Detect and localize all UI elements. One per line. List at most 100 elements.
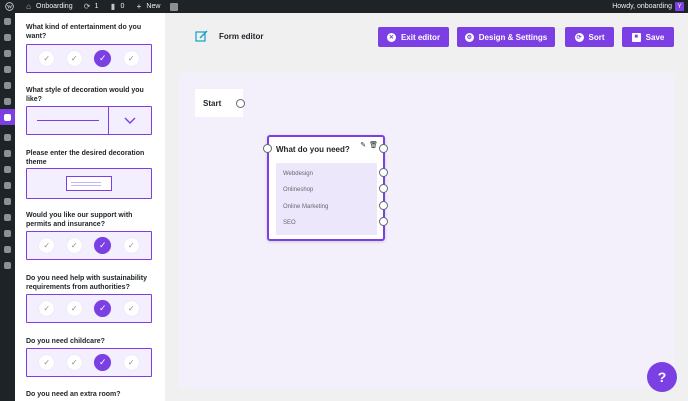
question-title: Do you need an extra room? xyxy=(26,391,121,398)
menu-pages-icon[interactable] xyxy=(0,61,15,77)
sync-icon: ⟳ xyxy=(574,32,584,42)
save-label: Save xyxy=(645,32,665,42)
option-webdesign: Webdesign xyxy=(283,171,313,177)
new-label: New xyxy=(146,3,161,10)
site-name-menu[interactable]: ⌂ Onboarding xyxy=(19,0,78,13)
menu-y-icon[interactable] xyxy=(0,241,15,257)
menu-tools-icon[interactable] xyxy=(0,161,15,177)
preview-question-permits: Would you like our support with permits … xyxy=(26,211,152,260)
check-icon[interactable]: ✓ xyxy=(123,51,139,66)
plugin-logo-icon xyxy=(170,2,179,11)
check-icon[interactable]: ✓ xyxy=(66,355,82,370)
check-selected-icon[interactable]: ✓ xyxy=(94,300,112,317)
exit-editor-label: Exit editor xyxy=(400,32,441,42)
exit-editor-button[interactable]: ✕ Exit editor xyxy=(378,27,449,47)
my-account-menu[interactable]: Howdy, onboarding Y xyxy=(612,2,688,11)
option-onlineshop: Onlineshop xyxy=(283,187,314,193)
check-icon[interactable]: ✓ xyxy=(39,301,55,316)
plugin-menu[interactable] xyxy=(165,0,183,13)
menu-dashboard-icon[interactable] xyxy=(0,13,15,29)
gear-icon: ⚙ xyxy=(464,32,474,42)
option-port-online-marketing[interactable] xyxy=(379,201,388,210)
new-content-menu[interactable]: + New xyxy=(129,0,165,13)
menu-appearance-icon[interactable] xyxy=(0,129,15,145)
chevron-down-icon[interactable] xyxy=(108,107,151,134)
check-selected-icon[interactable]: ✓ xyxy=(94,354,112,371)
question-title: Do you need help with sustainability req… xyxy=(26,275,147,291)
question-output-port[interactable] xyxy=(379,144,388,153)
menu-posts-icon[interactable] xyxy=(0,29,15,45)
help-icon: ? xyxy=(657,369,667,385)
close-icon: ✕ xyxy=(386,32,396,42)
flow-canvas[interactable]: Start What do you need? ✎ 🗑 Webdesign On… xyxy=(179,73,675,389)
comments-menu[interactable]: ▮ 0 xyxy=(104,0,130,13)
check-icon[interactable]: ✓ xyxy=(123,355,139,370)
start-label: Start xyxy=(203,98,222,108)
floppy-icon: ■ xyxy=(631,32,641,42)
question-options: Webdesign Onlineshop Online Marketing SE… xyxy=(276,163,377,235)
theme-textarea[interactable] xyxy=(26,168,152,199)
edit-icon[interactable]: ✎ xyxy=(360,141,366,149)
menu-settings-icon[interactable] xyxy=(0,225,15,241)
check-icon[interactable]: ✓ xyxy=(39,51,55,66)
check-icon[interactable]: ✓ xyxy=(66,238,82,253)
check-icon[interactable]: ✓ xyxy=(39,355,55,370)
wp-logo-menu[interactable]: W xyxy=(0,0,19,13)
sort-button[interactable]: ⟳ Sort xyxy=(565,27,614,47)
refresh-icon: ⟳ xyxy=(83,2,91,11)
updates-menu[interactable]: ⟳ 1 xyxy=(78,0,104,13)
question-node[interactable]: What do you need? ✎ 🗑 Webdesign Onlinesh… xyxy=(267,135,385,241)
decoration-dropdown[interactable] xyxy=(26,106,152,135)
check-icon[interactable]: ✓ xyxy=(66,51,82,66)
preview-question-decoration-style: What style of decoration would you like? xyxy=(26,86,152,135)
check-icon[interactable]: ✓ xyxy=(39,238,55,253)
form-preview-panel: What kind of entertainment do you want? … xyxy=(15,13,165,401)
preview-question-extra-room: Do you need an extra room? xyxy=(26,390,152,399)
check-icon[interactable]: ✓ xyxy=(123,301,139,316)
menu-play-icon[interactable] xyxy=(0,257,15,273)
menu-comments-icon[interactable] xyxy=(0,77,15,93)
menu-folder-icon[interactable] xyxy=(0,145,15,161)
option-port-seo[interactable] xyxy=(379,217,388,226)
menu-media-icon[interactable] xyxy=(0,45,15,61)
check-selected-icon[interactable]: ✓ xyxy=(94,50,112,67)
question-input-port[interactable] xyxy=(263,144,272,153)
question-title: Please enter the desired decoration them… xyxy=(26,150,145,166)
option-port-webdesign[interactable] xyxy=(379,168,388,177)
option-online-marketing: Online Marketing xyxy=(283,204,329,210)
menu-users-icon[interactable] xyxy=(0,193,15,209)
preview-question-childcare: Do you need childcare? ✓ ✓ ✓ ✓ xyxy=(26,337,152,377)
start-output-port[interactable] xyxy=(236,99,245,108)
help-button[interactable]: ? xyxy=(647,362,677,392)
menu-form-plugin-icon[interactable] xyxy=(0,109,15,125)
updates-count: 1 xyxy=(94,3,99,10)
trash-icon[interactable]: 🗑 xyxy=(369,141,378,149)
question-title: Do you need childcare? xyxy=(26,338,105,345)
check-icon[interactable]: ✓ xyxy=(66,301,82,316)
checkbox-group: ✓ ✓ ✓ ✓ xyxy=(26,294,152,323)
design-settings-button[interactable]: ⚙ Design & Settings xyxy=(457,27,555,47)
comments-count: 0 xyxy=(120,3,125,10)
option-port-onlineshop[interactable] xyxy=(379,184,388,193)
site-name: Onboarding xyxy=(36,3,73,10)
home-icon: ⌂ xyxy=(26,2,31,11)
admin-bar: W ⌂ Onboarding ⟳ 1 ▮ 0 + New Howdy, onbo… xyxy=(0,0,688,13)
wordpress-icon: W xyxy=(5,2,14,11)
dropdown-value xyxy=(27,107,108,134)
save-button[interactable]: ■ Save xyxy=(622,27,674,47)
avatar: Y xyxy=(675,2,684,11)
admin-menu xyxy=(0,13,15,401)
menu-plugin-icon[interactable] xyxy=(0,93,15,109)
edit-form-icon xyxy=(195,30,208,43)
question-node-title: What do you need? xyxy=(276,145,350,154)
check-selected-icon[interactable]: ✓ xyxy=(94,237,112,254)
menu-plugins-icon[interactable] xyxy=(0,177,15,193)
checkbox-group: ✓ ✓ ✓ ✓ xyxy=(26,231,152,260)
option-seo: SEO xyxy=(283,220,296,226)
textarea-icon xyxy=(66,176,112,191)
check-icon[interactable]: ✓ xyxy=(123,238,139,253)
howdy-text: Howdy, onboarding xyxy=(612,3,672,10)
comment-icon: ▮ xyxy=(110,2,116,11)
question-title: Would you like our support with permits … xyxy=(26,212,133,228)
menu-wrench-icon[interactable] xyxy=(0,209,15,225)
